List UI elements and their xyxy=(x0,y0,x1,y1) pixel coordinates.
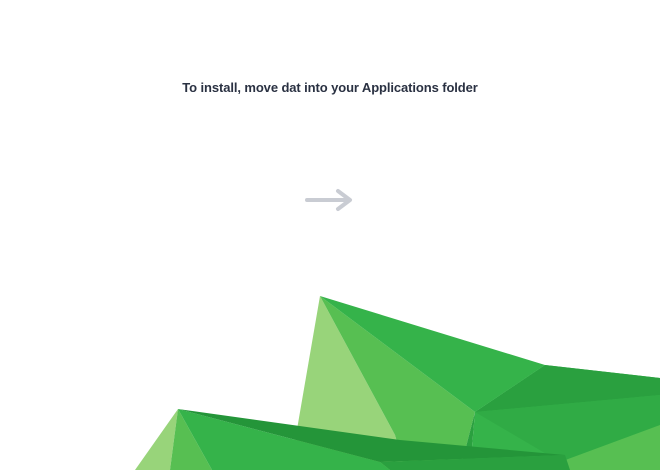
dmg-installer-window: To install, move dat into your Applicati… xyxy=(0,0,660,470)
green-polygon-art xyxy=(135,296,660,470)
